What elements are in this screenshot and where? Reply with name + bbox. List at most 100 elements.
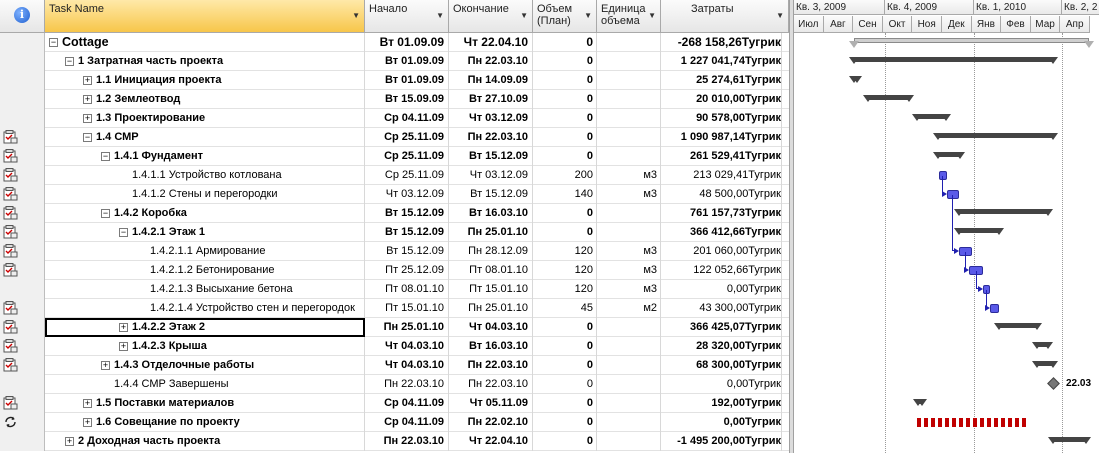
recurring-icon[interactable]: [3, 415, 18, 429]
start-cell[interactable]: Ср 04.11.09: [365, 109, 449, 128]
unit-cell[interactable]: м3: [597, 242, 661, 261]
task-name-cell[interactable]: −1.4.2.1 Этаж 1: [45, 223, 365, 242]
unit-cell[interactable]: м3: [597, 185, 661, 204]
row-indicator-cell[interactable]: [0, 223, 45, 242]
row-indicator-cell[interactable]: [0, 90, 45, 109]
finish-cell[interactable]: Пн 28.12.09: [449, 242, 533, 261]
collapse-icon[interactable]: −: [101, 151, 110, 161]
unit-cell[interactable]: [597, 432, 661, 451]
finish-cell[interactable]: Вт 27.10.09: [449, 90, 533, 109]
task-row[interactable]: +1.1 Инициация проекта Вт 01.09.09 Пн 14.0…: [0, 71, 789, 90]
start-cell[interactable]: Вт 01.09.09: [365, 33, 449, 52]
task-name-cell[interactable]: +1.5 Поставки материалов: [45, 394, 365, 413]
cost-cell[interactable]: -1 495 200,00Тугрик: [661, 432, 782, 451]
task-row[interactable]: − Cottage Вт 01.09.09 Чт 22.04.10 0 -268 158,…: [0, 33, 789, 52]
cost-cell[interactable]: 0,00Тугрик: [661, 280, 782, 299]
volume-cell[interactable]: 0: [533, 52, 597, 71]
finish-cell[interactable]: Вт 15.12.09: [449, 185, 533, 204]
task-row[interactable]: +1.4.2.2 Этаж 2 Пн 25.01.10 Чт 04.03.10 0 36…: [0, 318, 789, 337]
finish-cell[interactable]: Пт 08.01.10: [449, 261, 533, 280]
cost-cell[interactable]: 28 320,00Тугрик: [661, 337, 782, 356]
finish-cell[interactable]: Чт 03.12.09: [449, 109, 533, 128]
notes-icon[interactable]: [3, 339, 18, 353]
finish-cell[interactable]: Пн 22.03.10: [449, 375, 533, 394]
unit-cell[interactable]: [597, 52, 661, 71]
task-name-cell[interactable]: +1.2 Землеотвод: [45, 90, 365, 109]
indicators-header[interactable]: i: [0, 0, 45, 33]
summary-bar[interactable]: [938, 133, 1053, 138]
row-indicator-cell[interactable]: [0, 375, 45, 394]
volume-cell[interactable]: 0: [533, 375, 597, 394]
task-row[interactable]: +1.6 Совещание по проекту Ср 04.11.09 Пн 2…: [0, 413, 789, 432]
volume-cell[interactable]: 120: [533, 242, 597, 261]
cost-cell[interactable]: 213 029,41Тугрик: [661, 166, 782, 185]
start-cell[interactable]: Ср 04.11.09: [365, 394, 449, 413]
start-cell[interactable]: Пт 15.01.10: [365, 299, 449, 318]
cost-cell[interactable]: 761 157,73Тугрик: [661, 204, 782, 223]
finish-cell[interactable]: Чт 05.11.09: [449, 394, 533, 413]
row-indicator-cell[interactable]: [0, 299, 45, 318]
finish-cell[interactable]: Пт 15.01.10: [449, 280, 533, 299]
task-name-cell[interactable]: 1.4.2.1.4 Устройство стен и перегородок: [45, 299, 365, 318]
unit-cell[interactable]: м3: [597, 166, 661, 185]
notes-icon[interactable]: [3, 301, 18, 315]
dropdown-arrow-icon[interactable]: ▼: [584, 11, 592, 20]
volume-cell[interactable]: 0: [533, 223, 597, 242]
column-header-finish[interactable]: Окончание ▼: [449, 0, 533, 33]
row-indicator-cell[interactable]: [0, 318, 45, 337]
start-cell[interactable]: Вт 01.09.09: [365, 71, 449, 90]
row-indicator-cell[interactable]: [0, 432, 45, 451]
task-row[interactable]: 1.4.2.1.4 Устройство стен и перегородок П…: [0, 299, 789, 318]
volume-cell[interactable]: 0: [533, 90, 597, 109]
task-row[interactable]: +1.5 Поставки материалов Ср 04.11.09 Чт 05…: [0, 394, 789, 413]
finish-cell[interactable]: Пн 22.03.10: [449, 356, 533, 375]
unit-cell[interactable]: м3: [597, 280, 661, 299]
project-summary-bar[interactable]: [854, 38, 1089, 43]
task-row[interactable]: +1.4.3 Отделочные работы Чт 04.03.10 Пн 22…: [0, 356, 789, 375]
finish-cell[interactable]: Чт 03.12.09: [449, 166, 533, 185]
unit-cell[interactable]: [597, 204, 661, 223]
collapse-icon[interactable]: −: [101, 208, 110, 218]
unit-cell[interactable]: м2: [597, 299, 661, 318]
task-name-cell[interactable]: +1.6 Совещание по проекту: [45, 413, 365, 432]
row-indicator-cell[interactable]: [0, 52, 45, 71]
collapse-icon[interactable]: −: [49, 38, 58, 48]
dropdown-arrow-icon[interactable]: ▼: [648, 11, 656, 20]
cost-cell[interactable]: 1 227 041,74Тугрик: [661, 52, 782, 71]
summary-bar[interactable]: [959, 228, 999, 233]
notes-icon[interactable]: [3, 225, 18, 239]
row-indicator-cell[interactable]: [0, 166, 45, 185]
finish-cell[interactable]: Пн 25.01.10: [449, 299, 533, 318]
unit-cell[interactable]: [597, 337, 661, 356]
start-cell[interactable]: Чт 04.03.10: [365, 356, 449, 375]
unit-cell[interactable]: м3: [597, 261, 661, 280]
cost-cell[interactable]: 0,00Тугрик: [661, 375, 782, 394]
expand-icon[interactable]: +: [83, 398, 92, 408]
expand-icon[interactable]: +: [101, 360, 110, 370]
finish-cell[interactable]: Вт 16.03.10: [449, 337, 533, 356]
task-row[interactable]: 1.4.2.1.2 Бетонирование Пт 25.12.09 Пт 08.…: [0, 261, 789, 280]
unit-cell[interactable]: [597, 394, 661, 413]
notes-icon[interactable]: [3, 320, 18, 334]
unit-cell[interactable]: [597, 375, 661, 394]
task-name-cell[interactable]: +1.4.2.3 Крыша: [45, 337, 365, 356]
dropdown-arrow-icon[interactable]: ▼: [436, 11, 444, 20]
task-name-cell[interactable]: +1.1 Инициация проекта: [45, 71, 365, 90]
task-name-cell[interactable]: +1.4.2.2 Этаж 2: [45, 318, 365, 337]
row-indicator-cell[interactable]: [0, 185, 45, 204]
task-name-cell[interactable]: 1.4.1.2 Стены и перегородки: [45, 185, 365, 204]
expand-icon[interactable]: +: [83, 417, 92, 427]
start-cell[interactable]: Ср 25.11.09: [365, 147, 449, 166]
volume-cell[interactable]: 120: [533, 261, 597, 280]
task-row[interactable]: +1.4.2.3 Крыша Чт 04.03.10 Вт 16.03.10 0 28 …: [0, 337, 789, 356]
volume-cell[interactable]: 0: [533, 147, 597, 166]
volume-cell[interactable]: 0: [533, 33, 597, 52]
finish-cell[interactable]: Чт 04.03.10: [449, 318, 533, 337]
row-indicator-cell[interactable]: [0, 71, 45, 90]
finish-cell[interactable]: Пн 22.03.10: [449, 52, 533, 71]
cost-cell[interactable]: 25 274,61Тугрик: [661, 71, 782, 90]
cost-cell[interactable]: 261 529,41Тугрик: [661, 147, 782, 166]
finish-cell[interactable]: Пн 22.03.10: [449, 128, 533, 147]
cost-cell[interactable]: 192,00Тугрик: [661, 394, 782, 413]
volume-cell[interactable]: 200: [533, 166, 597, 185]
